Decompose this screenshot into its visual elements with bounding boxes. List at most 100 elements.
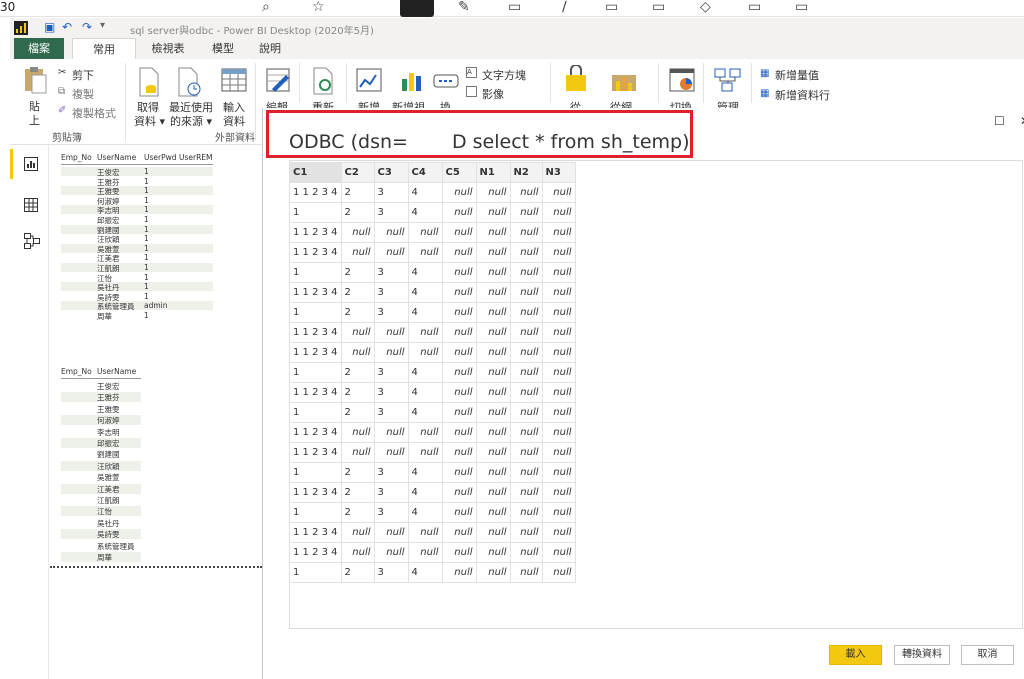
- shield-icon[interactable]: ◇: [700, 0, 711, 15]
- format-painter-icon[interactable]: ✐: [58, 105, 66, 116]
- save-icon[interactable]: ▣: [44, 20, 55, 34]
- column-header[interactable]: N2: [509, 162, 543, 183]
- data-view-icon[interactable]: [24, 198, 38, 215]
- table-cell: null: [441, 522, 477, 543]
- table-cell: null: [373, 422, 409, 443]
- table-cell: null: [441, 502, 477, 523]
- close-icon[interactable]: ✕: [1020, 114, 1024, 128]
- report-view-icon[interactable]: [24, 157, 38, 174]
- username-cell: 王雅雯: [97, 404, 120, 414]
- new-visual2-icon[interactable]: [399, 67, 425, 96]
- report-canvas[interactable]: Emp_No UserName UserPwd UserREM 王俊宏 1 王雅芬 1…: [50, 145, 262, 679]
- table-cell: null: [475, 562, 511, 583]
- column-header[interactable]: N1: [475, 162, 511, 183]
- active-view-indicator: [10, 149, 13, 179]
- enter-data-label-2[interactable]: 資料: [223, 113, 245, 129]
- preview-table[interactable]: C1 C2 C3 C4 C5 N1 N2 N3 1 1 2 3 4 2 3 4 null null nul…: [289, 162, 576, 583]
- from-marketplace-icon[interactable]: [563, 64, 589, 96]
- table-cell: null: [373, 342, 409, 363]
- recent-sources-label-2[interactable]: 的來源 ▾: [170, 113, 212, 129]
- enter-data-icon[interactable]: [221, 67, 247, 96]
- image-button[interactable]: 影像: [482, 86, 504, 102]
- undo-icon[interactable]: ↶: [62, 20, 72, 34]
- image-icon[interactable]: [466, 86, 477, 97]
- column-header[interactable]: C1: [289, 162, 342, 183]
- cut-button[interactable]: 剪下: [72, 67, 94, 83]
- tab-help[interactable]: 說明: [248, 38, 292, 59]
- column-header[interactable]: N3: [541, 162, 576, 183]
- table-cell: null: [441, 442, 477, 463]
- external-data-group-label: 外部資料: [215, 133, 255, 144]
- edit-icon[interactable]: ✎: [458, 0, 470, 15]
- new-measure-button[interactable]: 新增量值: [775, 67, 819, 83]
- table-row: 王雅雯 1: [61, 186, 213, 196]
- table-cell: 4: [407, 362, 443, 383]
- zoom-icon[interactable]: ⌕: [262, 0, 270, 15]
- column-header[interactable]: C4: [407, 162, 443, 183]
- new-visual-icon[interactable]: [356, 67, 382, 96]
- edit-queries-icon[interactable]: [266, 67, 292, 98]
- refresh-icon[interactable]: [312, 67, 338, 98]
- star-icon[interactable]: ☆: [312, 0, 325, 15]
- transform-data-button[interactable]: 轉換資料: [894, 645, 950, 665]
- new-column-button[interactable]: 新增資料行: [775, 87, 830, 103]
- model-view-icon[interactable]: [24, 233, 40, 252]
- table-cell: null: [541, 482, 576, 503]
- paste-icon[interactable]: [22, 65, 48, 95]
- new-column-icon[interactable]: ▦: [760, 88, 769, 99]
- pen-icon[interactable]: ∕: [562, 0, 567, 15]
- table-cell: null: [340, 542, 375, 563]
- paste-label-2[interactable]: 上: [29, 112, 40, 128]
- table-row: 邱振宏 1: [61, 215, 213, 225]
- powerbi-logo-icon: [14, 21, 28, 35]
- maximize-icon[interactable]: ☐: [994, 114, 1005, 128]
- monitor-icon[interactable]: ▭: [652, 0, 665, 15]
- ribbon-tabs: 檔案 常用 檢視表 模型 說明: [10, 38, 1024, 59]
- format-painter-button[interactable]: 複製格式: [72, 105, 116, 121]
- load-button[interactable]: 載入: [829, 645, 882, 665]
- cut-icon[interactable]: ✂: [58, 67, 66, 78]
- comment-icon[interactable]: ▭: [508, 0, 521, 15]
- table-cell: 1 1 2 3 4: [289, 442, 342, 463]
- tab-file[interactable]: 檔案: [14, 38, 64, 59]
- table-cell: null: [541, 422, 576, 443]
- manage-relationships-icon[interactable]: [714, 67, 742, 96]
- minus-icon[interactable]: ▭: [605, 0, 618, 15]
- get-data-icon[interactable]: [138, 67, 160, 100]
- customize-qa-icon[interactable]: ▾: [100, 20, 105, 31]
- column-header[interactable]: C5: [441, 162, 477, 183]
- table-cell: 2: [340, 402, 375, 423]
- table-cell: null: [373, 222, 409, 243]
- tab-view[interactable]: 檢視表: [138, 38, 198, 59]
- table-row: 1 1 2 3 4 null null null null null null null: [289, 542, 576, 563]
- from-file-icon[interactable]: [611, 69, 637, 96]
- copy-button[interactable]: 複製: [72, 86, 94, 102]
- table-cell: 1: [289, 202, 342, 223]
- display-icon[interactable]: ▭: [795, 0, 808, 15]
- copy-icon[interactable]: ⧉: [58, 86, 65, 97]
- table-row: 1 1 2 3 4 null null null null null null null: [289, 222, 576, 243]
- recent-sources-icon[interactable]: [177, 67, 203, 100]
- table-cell: 1 1 2 3 4: [289, 242, 342, 263]
- text-box-button[interactable]: 文字方塊: [482, 67, 526, 83]
- switch-theme-icon[interactable]: [669, 67, 695, 96]
- column-header[interactable]: C3: [373, 162, 409, 183]
- tab-model[interactable]: 模型: [198, 38, 248, 59]
- table-row: 1 1 2 3 4 2 3 4 null null null null: [289, 282, 576, 303]
- screen-icon[interactable]: ▭: [748, 0, 761, 15]
- userpwd-cell: 1: [144, 167, 149, 176]
- cancel-button[interactable]: 取消: [961, 645, 1014, 665]
- text-box-icon[interactable]: A: [466, 67, 477, 78]
- table-cell: null: [509, 222, 543, 243]
- table1-header-userrem: UserREM: [179, 153, 213, 162]
- host-active-tool[interactable]: [400, 0, 434, 17]
- table-cell: null: [475, 402, 511, 423]
- qa-icon[interactable]: [433, 73, 459, 92]
- tab-home[interactable]: 常用: [72, 38, 136, 59]
- table-cell: 2: [340, 362, 375, 383]
- redo-icon[interactable]: ↷: [82, 20, 92, 34]
- new-measure-icon[interactable]: ▦: [760, 68, 769, 79]
- username-cell: 吳雅萱: [97, 473, 120, 483]
- get-data-label-2[interactable]: 資料 ▾: [134, 113, 165, 129]
- column-header[interactable]: C2: [340, 162, 375, 183]
